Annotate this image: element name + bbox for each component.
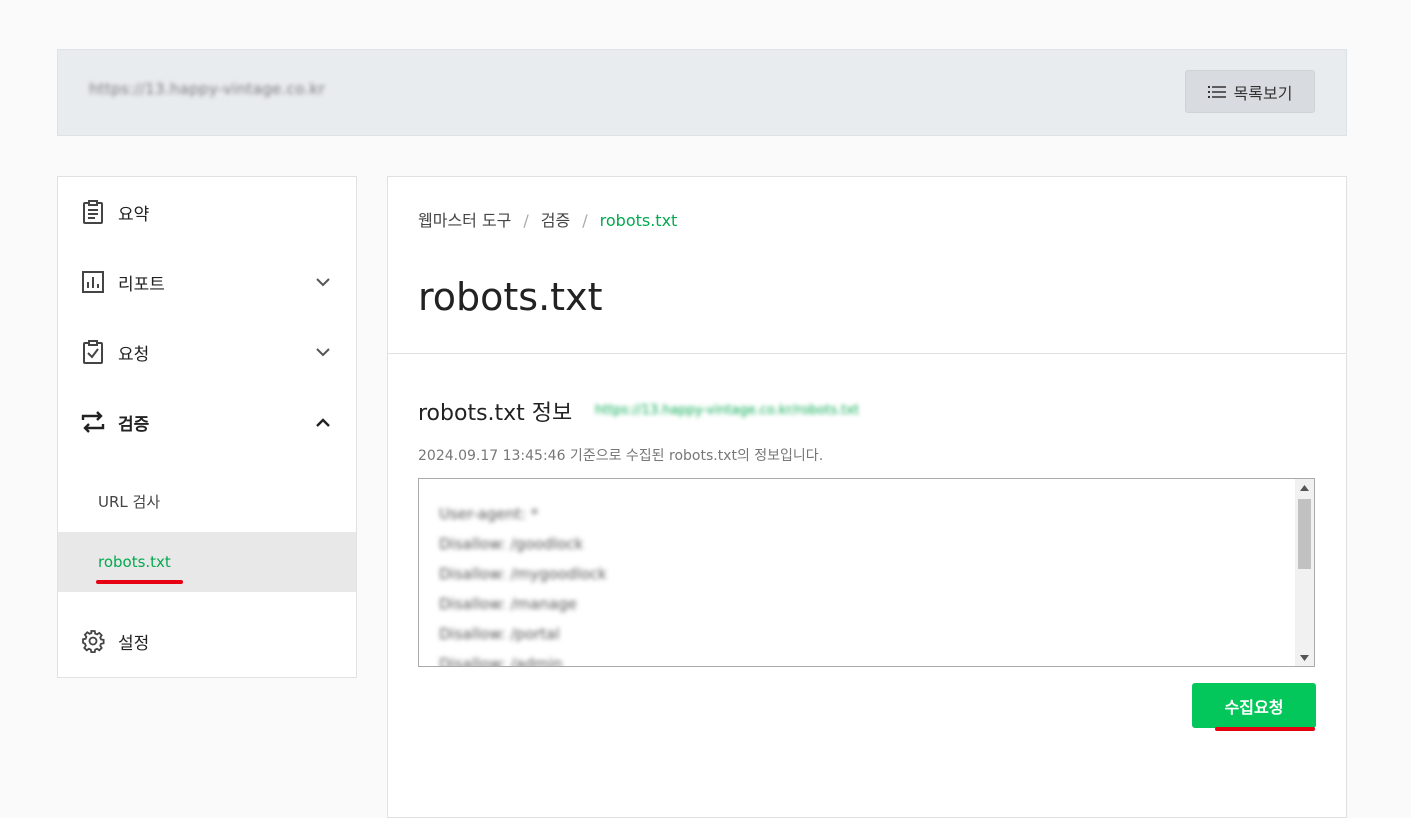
main-panel: 웹마스터 도구 / 검증 / robots.txt robots.txt robots.… xyxy=(387,176,1347,818)
scrollbar-thumb[interactable] xyxy=(1298,499,1311,569)
highlight-underline xyxy=(96,580,183,584)
chevron-down-icon xyxy=(316,342,330,362)
sidebar-subitem-label: URL 검사 xyxy=(98,492,161,511)
breadcrumb-separator: / xyxy=(582,211,588,230)
sidebar: 요약 리포트 요청 검증 URL 검사 robots.txt 설정 xyxy=(57,176,357,678)
sidebar-item-label: 검증 xyxy=(118,414,150,435)
robots-line: User-agent: * xyxy=(439,505,539,523)
breadcrumb-item-current: robots.txt xyxy=(599,211,678,230)
scrollbar[interactable] xyxy=(1295,479,1314,666)
sidebar-item-label: 리포트 xyxy=(118,274,165,295)
robots-line: Disallow: /goodlock xyxy=(439,535,584,553)
crawl-request-button[interactable]: 수집요청 xyxy=(1192,683,1316,728)
sidebar-item-label: 요약 xyxy=(118,204,150,225)
list-view-label: 목록보기 xyxy=(1233,83,1293,103)
clipboard-icon xyxy=(80,199,106,225)
breadcrumb-item-verify[interactable]: 검증 xyxy=(541,211,570,230)
bar-chart-icon xyxy=(80,269,106,295)
robots-lines: User-agent: * Disallow: /goodlock Disall… xyxy=(439,499,607,667)
site-url: https://13.happy-vintage.co.kr xyxy=(89,80,325,98)
breadcrumb-item-webmaster[interactable]: 웹마스터 도구 xyxy=(418,211,511,230)
page-title: robots.txt xyxy=(418,275,603,319)
robots-url-link[interactable]: https://13.happy-vintage.co.kr/robots.tx… xyxy=(595,403,859,418)
sidebar-item-label: 설정 xyxy=(118,633,150,654)
list-icon xyxy=(1207,85,1226,99)
sidebar-item-report[interactable]: 리포트 xyxy=(58,247,356,317)
sidebar-item-verify[interactable]: 검증 xyxy=(58,387,356,457)
section-title: robots.txt 정보 xyxy=(418,401,573,426)
sidebar-item-settings[interactable]: 설정 xyxy=(58,606,356,676)
chevron-up-icon xyxy=(316,412,330,432)
scroll-up-arrow-icon[interactable] xyxy=(1295,479,1314,496)
robots-line: Disallow: /mygoodlock xyxy=(439,565,607,583)
robots-line: Disallow: /portal xyxy=(439,625,560,643)
highlight-underline xyxy=(1215,727,1315,731)
scroll-down-arrow-icon[interactable] xyxy=(1295,649,1314,666)
robots-line: Disallow: /manage xyxy=(439,595,577,613)
robots-content-box[interactable]: User-agent: * Disallow: /goodlock Disall… xyxy=(418,478,1315,667)
breadcrumb: 웹마스터 도구 / 검증 / robots.txt xyxy=(418,207,677,231)
divider xyxy=(388,353,1346,354)
sidebar-subitem-label: robots.txt xyxy=(98,553,171,571)
sidebar-item-label: 요청 xyxy=(118,344,150,365)
site-bar: https://13.happy-vintage.co.kr 목록보기 xyxy=(57,49,1347,136)
list-view-button[interactable]: 목록보기 xyxy=(1185,70,1315,113)
repeat-icon xyxy=(80,409,106,435)
sidebar-subitem-url-inspect[interactable]: URL 검사 xyxy=(58,471,356,531)
sidebar-item-summary[interactable]: 요약 xyxy=(58,177,356,247)
clipboard-check-icon xyxy=(80,339,106,365)
gear-icon xyxy=(80,628,106,654)
sidebar-item-request[interactable]: 요청 xyxy=(58,317,356,387)
chevron-down-icon xyxy=(316,272,330,292)
collected-info-text: 2024.09.17 13:45:46 기준으로 수집된 robots.txt의… xyxy=(418,448,824,464)
robots-line: Disallow: /admin xyxy=(439,655,563,667)
breadcrumb-separator: / xyxy=(523,211,529,230)
